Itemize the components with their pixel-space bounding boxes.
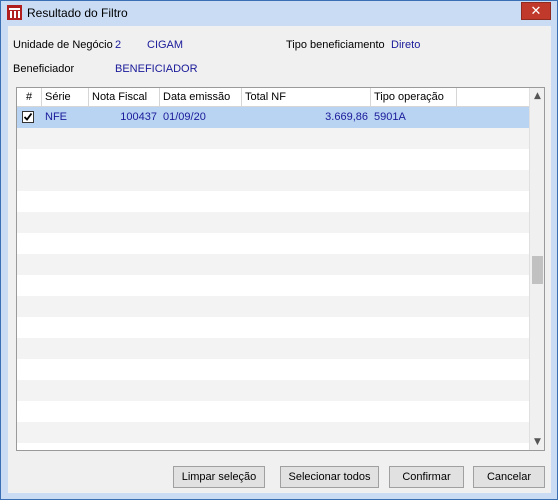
empty-row [17,380,529,401]
results-grid[interactable]: # Série Nota Fiscal Data emissão Total N… [16,87,545,451]
empty-row [17,443,529,450]
column-header-data-emissao[interactable]: Data emissão [160,88,242,106]
empty-row [17,212,529,233]
empty-row [17,422,529,443]
cell-nota-fiscal: 100437 [120,111,157,123]
empty-row [17,338,529,359]
empty-row [17,149,529,170]
column-header-tipo-operacao[interactable]: Tipo operação [371,88,457,106]
window-title: Resultado do Filtro [27,6,128,20]
empty-row [17,170,529,191]
scroll-down-icon[interactable]: ▼ [530,434,544,450]
empty-row [17,233,529,254]
scroll-up-icon[interactable]: ▲ [530,88,544,104]
cell-data-emissao: 01/09/20 [163,111,206,123]
empty-row [17,296,529,317]
empty-row [17,401,529,422]
beneficiador-value: BENEFICIADOR [115,63,198,75]
checkbox-checked-icon [23,112,33,121]
tipo-beneficiamento-label: Tipo beneficiamento [286,39,385,51]
vertical-scrollbar[interactable]: ▲ ▼ [529,88,544,450]
grid-rows: NFE 100437 01/09/20 3.669,86 5901A [17,107,529,450]
scrollbar-thumb[interactable] [532,256,543,284]
confirm-button[interactable]: Confirmar [389,466,464,488]
table-row[interactable]: NFE 100437 01/09/20 3.669,86 5901A [17,107,529,128]
empty-row [17,359,529,380]
unidade-code: 2 [115,39,122,51]
unidade-label: Unidade de Negócio [13,39,113,51]
beneficiador-label: Beneficiador [13,63,75,75]
tipo-beneficiamento-value: Direto [391,39,421,51]
row-checkbox[interactable] [22,111,34,123]
cell-serie: NFE [45,111,67,123]
cell-total-nf: 3.669,86 [325,111,368,123]
close-button[interactable]: ✕ [521,2,551,20]
empty-row [17,191,529,212]
grid-header: # Série Nota Fiscal Data emissão Total N… [17,88,529,107]
empty-row [17,128,529,149]
app-logo-icon [7,5,22,20]
column-header-serie[interactable]: Série [42,88,89,106]
cell-tipo-operacao: 5901A [374,111,406,123]
empty-row [17,317,529,338]
title-bar[interactable]: Resultado do Filtro ✕ [1,1,557,25]
dialog-body: Unidade de Negócio 2 CIGAM Tipo benefici… [8,26,551,493]
close-icon: ✕ [530,3,542,19]
unidade-name: CIGAM [147,39,184,51]
column-header-select[interactable]: # [17,88,42,106]
column-header-nota-fiscal[interactable]: Nota Fiscal [89,88,160,106]
column-header-total-nf[interactable]: Total NF [242,88,371,106]
clear-selection-button[interactable]: Limpar seleção [173,466,265,488]
cancel-button[interactable]: Cancelar [473,466,545,488]
dialog-window: Resultado do Filtro ✕ Unidade de Negócio… [0,0,558,500]
empty-row [17,275,529,296]
select-all-button[interactable]: Selecionar todos [280,466,379,488]
empty-row [17,254,529,275]
